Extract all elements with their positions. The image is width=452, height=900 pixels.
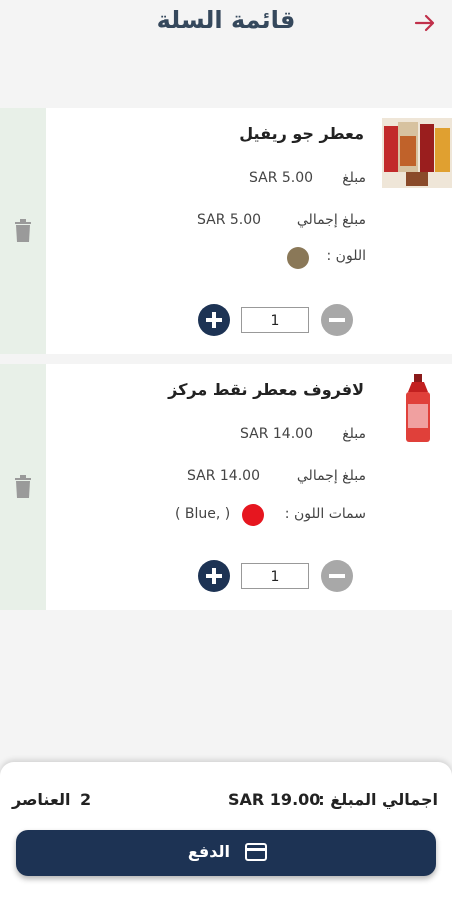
credit-card-icon <box>245 843 267 861</box>
color-swatch <box>287 247 309 269</box>
price-value: SAR 14.00 <box>240 426 313 442</box>
page-title: قائمة السلة <box>156 6 296 34</box>
decrease-quantity-button[interactable] <box>321 304 353 336</box>
total-label: مبلغ إجمالي <box>296 468 366 484</box>
total-value: SAR 5.00 <box>197 212 262 228</box>
total-value: SAR 14.00 <box>187 468 260 484</box>
total-amount-value: SAR 19.00 <box>228 790 321 809</box>
trash-icon[interactable] <box>13 475 33 499</box>
arrow-right-icon[interactable] <box>412 10 438 36</box>
color-label: اللون : <box>326 248 366 264</box>
product-image[interactable] <box>382 118 452 188</box>
header: قائمة السلة <box>0 0 452 60</box>
cart-item: لافروف معطر نقط مركز مبلغ SAR 14.00 مبلغ… <box>0 364 452 610</box>
product-image[interactable] <box>382 374 452 444</box>
price-label: مبلغ <box>342 426 366 442</box>
items-count: 2 <box>80 790 92 809</box>
checkout-label: الدفع <box>187 842 230 861</box>
trash-icon[interactable] <box>13 219 33 243</box>
items-count-label: العناصر <box>12 790 71 809</box>
checkout-button[interactable]: الدفع <box>16 830 436 876</box>
decrease-quantity-button[interactable] <box>321 560 353 592</box>
delete-strip <box>0 108 46 354</box>
quantity-field[interactable]: 1 <box>241 563 309 589</box>
product-name: معطر جو ريفيل <box>239 124 364 143</box>
color-swatch <box>242 504 264 526</box>
increase-quantity-button[interactable] <box>198 304 230 336</box>
price-label: مبلغ <box>342 170 366 186</box>
price-value: SAR 5.00 <box>249 170 314 186</box>
quantity-field[interactable]: 1 <box>241 307 309 333</box>
increase-quantity-button[interactable] <box>198 560 230 592</box>
delete-strip <box>0 364 46 610</box>
product-name: لافروف معطر نقط مركز <box>168 380 364 399</box>
color-name: ( Blue, ) <box>175 506 231 522</box>
cart-item: معطر جو ريفيل مبلغ SAR 5.00 مبلغ إجمالي … <box>0 108 452 354</box>
total-label: مبلغ إجمالي <box>296 212 366 228</box>
color-label: سمات اللون : <box>284 506 366 522</box>
total-amount-label: اجمالي المبلغ : <box>318 790 438 809</box>
